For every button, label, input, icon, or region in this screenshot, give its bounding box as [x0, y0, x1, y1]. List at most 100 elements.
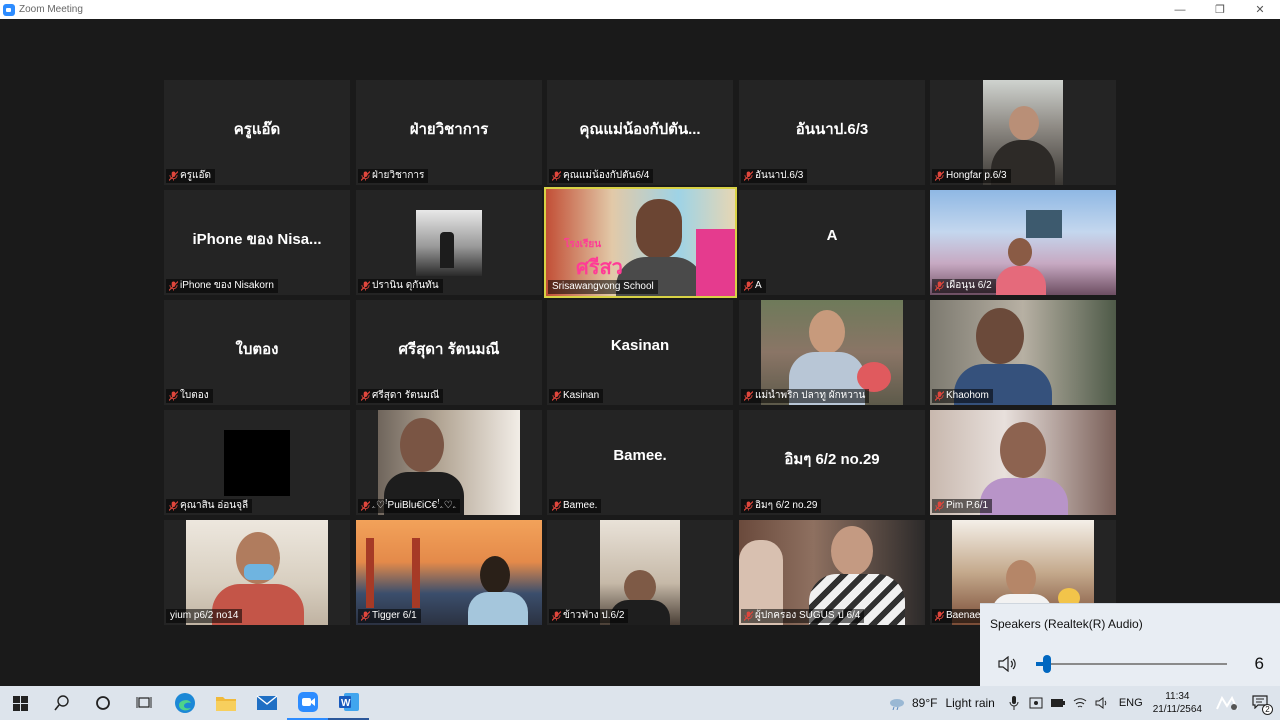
participant-tile[interactable]: A A — [739, 190, 925, 295]
participant-tile[interactable]: ครูแอ๊ด ครูแอ๊ด — [164, 80, 350, 185]
participant-tile[interactable]: Pim P.6/1 — [930, 410, 1116, 515]
mail-notification-icon[interactable] — [1216, 695, 1238, 711]
participant-label: เผือนุน 6/2 — [932, 279, 996, 293]
participant-label: คุณแม่น้องกัปตัน6/4 — [549, 169, 654, 183]
participant-display-name: ฝ่ายวิชาการ — [409, 121, 489, 138]
participant-label: ข้าวฟ่าง ป.6/2 — [549, 609, 629, 623]
input-language[interactable]: ENG — [1119, 697, 1143, 709]
weather-description[interactable]: Light rain — [945, 696, 994, 710]
clock-date: 21/11/2564 — [1152, 704, 1202, 715]
participant-tile[interactable]: อิมๆ 6/2 no.29 อิมๆ 6/2 no.29 — [739, 410, 925, 515]
participant-label: ۦ♡ꜝPuiBlu€iC€ꜝۦ♡ۦ — [358, 499, 461, 513]
weather-icon[interactable] — [888, 696, 906, 710]
participant-tile[interactable]: iPhone ของ Nisa... iPhone ของ Nisakorn — [164, 190, 350, 295]
muted-mic-icon — [361, 281, 370, 291]
zoom-taskbar-button[interactable] — [287, 686, 328, 720]
edge-taskbar-button[interactable] — [164, 686, 205, 720]
file-explorer-button[interactable] — [205, 686, 246, 720]
participant-tile[interactable]: Kasinan Kasinan — [547, 300, 733, 405]
mail-button[interactable] — [246, 686, 287, 720]
participant-display-name: ครูแอ๊ด — [233, 121, 281, 138]
participant-label: ใบตอง — [166, 389, 213, 403]
cortana-button[interactable] — [82, 686, 123, 720]
participant-label: Baenae — [932, 609, 985, 623]
muted-mic-icon — [744, 171, 753, 181]
volume-icon[interactable] — [1095, 697, 1109, 709]
active-speaker-tile[interactable]: โรงเรียน ศรีสว Srisawangvong School — [544, 187, 737, 298]
participant-tile[interactable]: ศรีสุดา รัตนมณี ศรีสุดา รัตนมณี — [356, 300, 542, 405]
participant-tile[interactable]: Bamee. Bamee. — [547, 410, 733, 515]
muted-mic-icon — [935, 611, 944, 621]
participant-label: อันนาป.6/3 — [741, 169, 808, 183]
muted-mic-icon — [169, 281, 178, 291]
notification-count: 2 — [1262, 703, 1273, 715]
action-center-button[interactable]: 2 — [1252, 694, 1273, 715]
word-icon: W — [338, 693, 359, 711]
muted-mic-icon — [361, 501, 370, 511]
muted-mic-icon — [935, 391, 944, 401]
muted-mic-icon — [935, 501, 944, 511]
participant-label: Hongfar p.6/3 — [932, 169, 1011, 183]
participant-label: iPhone ของ Nisakorn — [166, 279, 278, 293]
minimize-button[interactable]: — — [1160, 0, 1200, 19]
weather-temp[interactable]: 89°F — [912, 696, 937, 710]
meet-now-icon[interactable] — [1029, 697, 1043, 709]
participant-tile[interactable]: ข้าวฟ่าง ป.6/2 — [547, 520, 733, 625]
participant-tile[interactable]: ฝ่ายวิชาการ ฝ่ายวิชาการ — [356, 80, 542, 185]
participant-tile[interactable]: Hongfar p.6/3 — [930, 80, 1116, 185]
participant-tile[interactable]: เผือนุน 6/2 — [930, 190, 1116, 295]
windows-logo-icon — [13, 695, 28, 711]
gallery-view: ครูแอ๊ด ครูแอ๊ด ฝ่ายวิชาการ ฝ่ายวิชาการ … — [0, 19, 1280, 686]
participant-tile[interactable]: Khaohom — [930, 300, 1116, 405]
participant-tile[interactable]: แม่น้ำพริก ปลาทู ผักหวาน — [739, 300, 925, 405]
participant-avatar-image — [416, 210, 482, 276]
folder-icon — [215, 697, 236, 711]
audio-device-name[interactable]: Speakers (Realtek(R) Audio) — [990, 617, 1143, 631]
participant-tile[interactable]: คุณาสิน อ่อนจุลี — [164, 410, 350, 515]
participant-tile[interactable]: Tigger 6/1 — [356, 520, 542, 625]
task-view-button[interactable] — [123, 686, 164, 720]
edge-icon — [174, 693, 195, 713]
wifi-icon[interactable] — [1073, 697, 1087, 709]
search-button[interactable] — [41, 686, 82, 720]
participant-label: ฝ่ายวิชาการ — [358, 169, 429, 183]
clock[interactable]: 11:34 21/11/2564 — [1153, 690, 1202, 716]
maximize-button[interactable]: ❐ — [1200, 0, 1240, 19]
participant-display-name: ใบตอง — [235, 341, 279, 358]
start-button[interactable] — [0, 686, 41, 720]
participant-label: Kasinan — [549, 389, 604, 403]
participant-tile[interactable]: อันนาป.6/3 อันนาป.6/3 — [739, 80, 925, 185]
participant-display-name: อิมๆ 6/2 no.29 — [784, 451, 880, 468]
system-tray: 89°F Light rain ENG 11:34 21/11/2564 2 — [888, 686, 1280, 720]
search-icon — [53, 695, 69, 711]
participant-display-name: อันนาป.6/3 — [795, 121, 869, 138]
participant-tile[interactable]: คุณแม่น้องกัปตัน... คุณแม่น้องกัปตัน6/4 — [547, 80, 733, 185]
participant-tile[interactable]: yium p6/2 no14 — [164, 520, 350, 625]
participant-label: ศรีสุดา รัตนมณี — [358, 389, 444, 403]
speaker-icon[interactable] — [997, 656, 1019, 672]
school-sign-line2: ศรีสว — [576, 257, 623, 279]
participant-label: Khaohom — [932, 389, 993, 403]
muted-mic-icon — [744, 501, 753, 511]
word-taskbar-button[interactable]: W — [328, 686, 369, 720]
volume-slider[interactable] — [1036, 655, 1227, 673]
svg-text:W: W — [341, 698, 351, 709]
mail-icon — [256, 695, 277, 710]
volume-slider-thumb[interactable] — [1043, 655, 1052, 673]
participant-label: Tigger 6/1 — [358, 609, 421, 623]
window-titlebar: Zoom Meeting — ❐ ✕ — [0, 0, 1280, 19]
battery-icon[interactable] — [1050, 698, 1065, 708]
task-view-icon — [136, 697, 151, 708]
participant-tile[interactable]: ปรานิน ดุกันทัน — [356, 190, 542, 295]
participant-tile[interactable]: ใบตอง ใบตอง — [164, 300, 350, 405]
participant-tile[interactable]: ผู้ปกครอง SUGUS ป 6/4 — [739, 520, 925, 625]
muted-mic-icon — [169, 501, 178, 511]
microphone-icon[interactable] — [1009, 696, 1019, 710]
participant-label: Srisawangvong School — [548, 280, 658, 294]
participant-tile[interactable]: ۦ♡ꜝPuiBlu€iC€ꜝۦ♡ۦ — [356, 410, 542, 515]
close-button[interactable]: ✕ — [1240, 0, 1280, 19]
muted-mic-icon — [552, 501, 561, 511]
window-controls: — ❐ ✕ — [1160, 0, 1280, 19]
muted-mic-icon — [361, 171, 370, 181]
participant-label: A — [741, 279, 766, 293]
